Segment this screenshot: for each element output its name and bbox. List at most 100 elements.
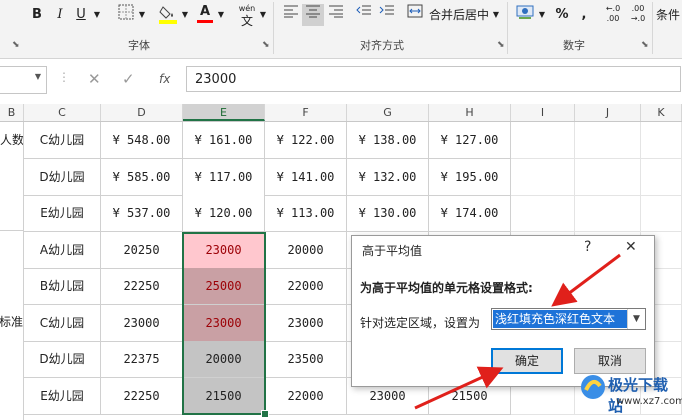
column-header-i[interactable]: I [511,104,575,121]
insert-function-icon[interactable]: fx [159,72,170,86]
cell-g-2[interactable]: ¥ 132.00 [347,159,429,196]
cell-h-1[interactable]: ¥ 127.00 [429,122,511,159]
column-header-e[interactable]: E [183,104,265,121]
font-color-icon[interactable]: A [195,4,215,26]
fill-handle[interactable] [261,410,269,418]
cell-c-4[interactable]: A幼儿园 [24,232,101,269]
decrease-indent-icon[interactable] [354,4,374,26]
empty-cell[interactable] [641,159,682,196]
empty-cell[interactable] [641,122,682,159]
cell-f-1[interactable]: ¥ 122.00 [265,122,347,159]
underline-dropdown-icon[interactable]: ▼ [92,4,102,26]
cell-e-7[interactable]: 20000 [183,341,265,378]
empty-cell[interactable] [511,195,575,232]
increase-indent-icon[interactable] [377,4,397,26]
column-header-k[interactable]: K [641,104,682,121]
align-right-icon[interactable] [326,4,346,26]
empty-cell[interactable] [641,195,682,232]
empty-cell[interactable] [575,195,641,232]
phonetic-button[interactable]: wén 文 [236,4,258,28]
fill-color-icon[interactable] [158,4,178,26]
number-launcher-icon[interactable]: ⬊ [641,40,649,50]
column-header-b[interactable]: B [0,104,24,121]
cell-d-3[interactable]: ¥ 537.00 [101,195,183,232]
cell-c-3[interactable]: E幼儿园 [24,195,101,232]
cell-c-5[interactable]: B幼儿园 [24,268,101,305]
font-launcher-icon[interactable]: ⬊ [262,40,270,50]
cell-d-4[interactable]: 20250 [101,232,183,269]
cell-c-2[interactable]: D幼儿园 [24,159,101,196]
cell-g-1[interactable]: ¥ 138.00 [347,122,429,159]
italic-button[interactable]: I [51,4,69,26]
empty-cell[interactable] [511,159,575,196]
column-header-c[interactable]: C [24,104,101,121]
merge-center-label[interactable]: 合并后居中 [427,4,491,26]
underline-button[interactable]: U [72,4,90,26]
conditional-format-label[interactable]: 条件 [656,4,682,26]
cell-c-8[interactable]: E幼儿园 [24,378,101,415]
cell-d-8[interactable]: 22250 [101,378,183,415]
cell-b-standard-text[interactable]: 费标准 [0,304,24,340]
cancel-icon[interactable]: ✕ [88,70,101,88]
cell-e-3[interactable]: ¥ 120.00 [183,195,265,232]
phonetic-dropdown-icon[interactable]: ▼ [259,4,267,26]
ok-button[interactable]: 确定 [491,348,563,374]
column-header-f[interactable]: F [265,104,347,121]
cell-f-8[interactable]: 22000 [265,378,347,415]
close-icon[interactable]: ✕ [625,239,637,255]
formula-input[interactable]: 23000 [186,66,681,92]
cell-e-5[interactable]: 25000 [183,268,265,305]
cell-c-1[interactable]: C幼儿园 [24,122,101,159]
cell-e-8[interactable]: 21500 [183,378,265,415]
cell-d-2[interactable]: ¥ 585.00 [101,159,183,196]
column-header-d[interactable]: D [101,104,183,121]
cell-e-6[interactable]: 23000 [183,305,265,342]
borders-icon[interactable] [116,4,136,26]
fill-dropdown-icon[interactable]: ▼ [180,4,190,26]
cell-f-4[interactable]: 20000 [265,232,347,269]
cell-f-6[interactable]: 23000 [265,305,347,342]
cell-d-6[interactable]: 23000 [101,305,183,342]
merge-center-icon[interactable] [405,4,425,26]
align-launcher-icon[interactable]: ⬊ [497,40,505,50]
cell-d-7[interactable]: 22375 [101,341,183,378]
cell-b-header-text[interactable]: 人数 [0,122,24,158]
align-left-icon[interactable] [281,4,301,26]
clipboard-launcher-icon[interactable]: ⬊ [12,40,20,50]
accounting-dropdown-icon[interactable]: ▼ [538,4,546,26]
cell-f-2[interactable]: ¥ 141.00 [265,159,347,196]
decrease-decimal-button[interactable]: .00 →.0 [628,4,648,26]
chevron-down-icon[interactable]: ▼ [627,309,645,329]
borders-dropdown-icon[interactable]: ▼ [137,4,147,26]
column-header-j[interactable]: J [575,104,641,121]
cell-c-7[interactable]: D幼儿园 [24,341,101,378]
empty-cell[interactable] [575,122,641,159]
format-select[interactable]: 浅红填充色深红色文本 ▼ [491,308,646,330]
column-header-g[interactable]: G [347,104,429,121]
cell-f-7[interactable]: 23500 [265,341,347,378]
enter-icon[interactable]: ✓ [122,70,135,88]
merge-dropdown-icon[interactable]: ▼ [492,4,500,26]
empty-cell[interactable] [511,122,575,159]
cell-g-3[interactable]: ¥ 130.00 [347,195,429,232]
increase-decimal-button[interactable]: ←.0 .00 [603,4,623,26]
cell-e-4[interactable]: 23000 [183,232,265,269]
font-color-dropdown-icon[interactable]: ▼ [216,4,226,26]
empty-cell[interactable] [575,159,641,196]
cell-c-6[interactable]: C幼儿园 [24,305,101,342]
percent-button[interactable]: % [553,4,571,26]
help-button[interactable]: ? [584,239,591,255]
comma-button[interactable]: , [577,4,591,26]
align-center-icon[interactable] [302,4,324,26]
column-header-h[interactable]: H [429,104,511,121]
bold-button[interactable]: B [28,4,46,26]
cell-h-3[interactable]: ¥ 174.00 [429,195,511,232]
cell-h-2[interactable]: ¥ 195.00 [429,159,511,196]
cell-f-5[interactable]: 22000 [265,268,347,305]
name-box-dropdown-icon[interactable]: ▼ [35,72,41,81]
cell-f-3[interactable]: ¥ 113.00 [265,195,347,232]
cell-e-2[interactable]: ¥ 117.00 [183,159,265,196]
cell-e-1[interactable]: ¥ 161.00 [183,122,265,159]
accounting-format-icon[interactable] [515,4,535,26]
name-box[interactable]: ▼ [0,66,47,94]
